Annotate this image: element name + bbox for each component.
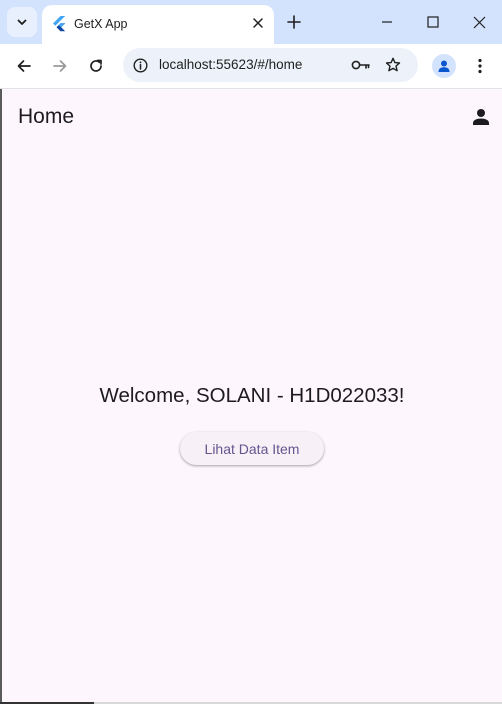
view-data-items-button[interactable]: Lihat Data Item [180, 432, 324, 465]
close-window-button[interactable] [464, 7, 494, 37]
maximize-icon [427, 16, 439, 28]
key-icon [351, 60, 370, 70]
info-icon [132, 57, 148, 73]
tab-search-button[interactable] [7, 7, 37, 37]
close-icon [253, 18, 263, 28]
browser-tab[interactable]: GetX App [42, 5, 274, 44]
app-page: Home Welcome, SOLANI - H1D022033! Lihat … [2, 89, 502, 702]
maximize-button[interactable] [418, 7, 448, 37]
person-icon [438, 60, 450, 72]
tab-close-button[interactable] [249, 14, 267, 32]
more-vertical-icon [478, 58, 482, 74]
tab-title: GetX App [74, 17, 128, 31]
minimize-button[interactable] [372, 7, 402, 37]
arrow-left-icon [17, 60, 31, 72]
flutter-icon [53, 16, 66, 32]
address-bar[interactable]: localhost:55623/#/home [123, 48, 418, 82]
url-text: localhost:55623/#/home [159, 57, 303, 72]
site-info-button[interactable] [130, 55, 150, 75]
arrow-right-icon [53, 60, 67, 72]
profile-button[interactable] [432, 54, 456, 78]
plus-icon [287, 15, 301, 29]
browser-menu-button[interactable] [468, 52, 492, 80]
star-icon [385, 57, 401, 72]
chevron-down-icon [17, 19, 27, 25]
window-left-border [0, 89, 2, 704]
reload-icon [90, 59, 102, 72]
profile-icon-button[interactable] [468, 104, 494, 130]
bookmark-button[interactable] [382, 55, 404, 75]
close-icon [473, 16, 485, 28]
person-icon [473, 109, 489, 125]
new-tab-button[interactable] [283, 11, 305, 33]
page-title: Home [18, 105, 75, 128]
password-manager-button[interactable] [350, 55, 372, 75]
welcome-message: Welcome, SOLANI - H1D022033! [99, 384, 405, 407]
reload-button[interactable] [82, 52, 110, 80]
browser-toolbar: localhost:55623/#/home [0, 44, 502, 88]
minimize-icon [382, 21, 392, 23]
tab-strip: GetX App [0, 0, 502, 44]
forward-button[interactable] [46, 52, 74, 80]
back-button[interactable] [10, 52, 38, 80]
browser-window: GetX App localhost:55623/#/home Home Wel… [0, 0, 502, 704]
